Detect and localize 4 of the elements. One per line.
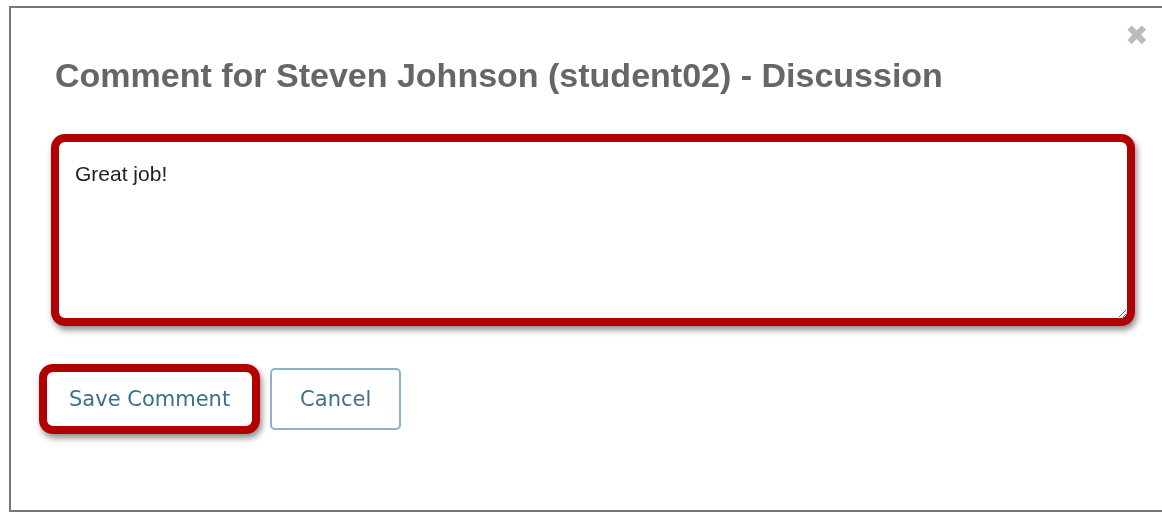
- comment-field[interactable]: Great job!: [51, 134, 1135, 326]
- cancel-button[interactable]: Cancel: [270, 368, 402, 430]
- dialog-title: Comment for Steven Johnson (student02) - Discussion: [55, 56, 944, 94]
- save-button[interactable]: Save Comment: [39, 364, 261, 434]
